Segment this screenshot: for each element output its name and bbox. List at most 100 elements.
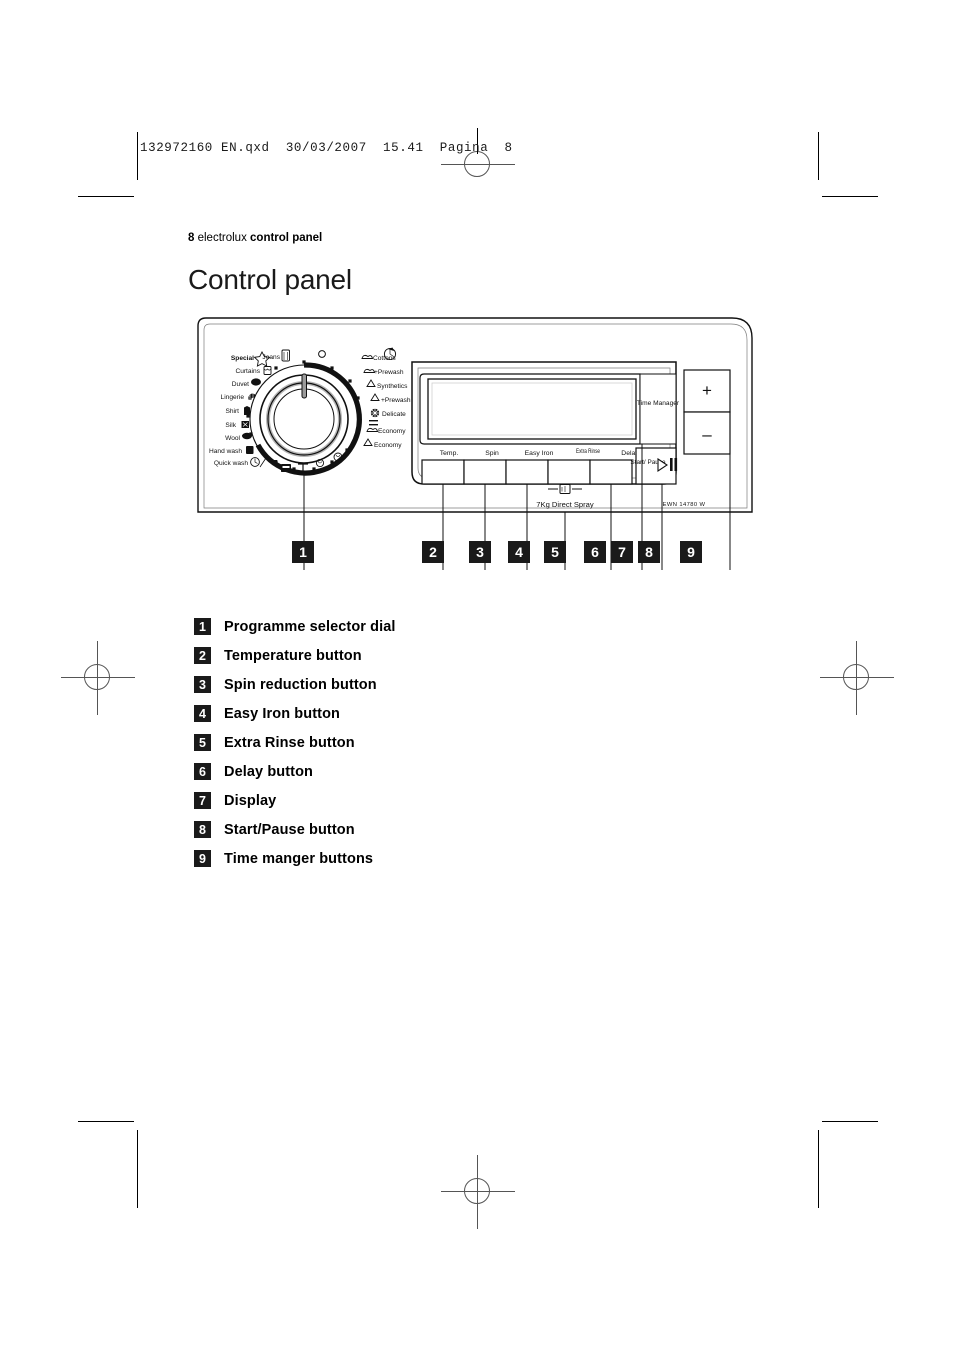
registration-mark-top — [441, 128, 515, 202]
legend-item-6: 6 Delay button — [194, 757, 614, 786]
callout-number-1-label: 1 — [299, 544, 307, 560]
control-panel-illustration: Special Curtains Duvet Lingerie Shirt Si… — [196, 312, 756, 572]
hand-wash-icon — [246, 446, 254, 454]
dial-label-synthetics: Synthetics — [377, 383, 408, 390]
legend-label-1: Programme selector dial — [224, 618, 396, 635]
callout-number-1: 1 — [292, 541, 314, 563]
button-module: Temp. Spin Easy Iron Extra Rinse Delay T… — [411, 361, 680, 485]
legend-label-5: Extra Rinse button — [224, 734, 355, 751]
shirt-icon — [244, 406, 250, 415]
dial-label-delicate: Delicate — [382, 411, 406, 418]
callout-number-2-label: 2 — [429, 544, 437, 560]
pause-icon — [670, 458, 673, 471]
legend-number-1: 1 — [194, 618, 211, 635]
crop-mark-top-right — [822, 196, 878, 197]
callout-number-8-label: 8 — [645, 544, 653, 560]
legend-number-7: 7 — [194, 792, 211, 809]
duvet-icon — [251, 378, 261, 386]
control-panel-legend: 1 Programme selector dial 2 Temperature … — [194, 612, 614, 873]
callout-number-6: 6 — [584, 541, 606, 563]
dial-label-duvet: Duvet — [232, 381, 249, 388]
dial-label-synthetics-prewash: +Prewash — [381, 397, 411, 404]
running-head-section: control panel — [250, 232, 323, 244]
easy-iron-button[interactable] — [505, 459, 549, 485]
callout-number-9-label: 9 — [687, 544, 695, 560]
crop-rule-right — [818, 132, 819, 180]
dial-label-special: Special — [231, 355, 254, 362]
legend-item-1: 1 Programme selector dial — [194, 612, 614, 641]
wool-icon — [242, 432, 252, 440]
callout-number-9: 9 — [680, 541, 702, 563]
spin-reduction-button[interactable] — [463, 459, 507, 485]
legend-label-3: Spin reduction button — [224, 676, 377, 693]
running-head-page-number: 8 — [188, 232, 195, 244]
label-spin: Spin — [485, 450, 499, 457]
cottons-prewash-icon — [363, 368, 376, 373]
crop-rule-left — [137, 132, 138, 180]
crop-mark-top-left — [78, 196, 134, 197]
crop-mark-bottom-left — [78, 1121, 134, 1122]
start-pause-button[interactable]: Start/ Pause — [630, 447, 678, 485]
legend-label-7: Display — [224, 792, 277, 809]
callout-number-3-label: 3 — [476, 544, 484, 560]
time-manager-label-line: Time Manager — [637, 400, 680, 407]
legend-item-5: 5 Extra Rinse button — [194, 728, 614, 757]
legend-number-9: 9 — [194, 850, 211, 867]
legend-item-9: 9 Time manger buttons — [194, 844, 614, 873]
legend-number-8: 8 — [194, 821, 211, 838]
dial-label-cottons-prewash: +Prewash — [374, 369, 404, 376]
dial-label-lingerie: Lingerie — [221, 394, 245, 401]
callout-number-8: 8 — [638, 541, 660, 563]
delay-button[interactable] — [589, 459, 633, 485]
page-title: Control panel — [188, 264, 352, 295]
legend-number-5: 5 — [194, 734, 211, 751]
legend-item-7: 7 Display — [194, 786, 614, 815]
crop-rule-bottom-left — [137, 1130, 138, 1208]
dial-label-jeans: Jeans — [262, 354, 280, 361]
running-head-brand: electrolux — [197, 232, 247, 244]
legend-item-3: 3 Spin reduction button — [194, 670, 614, 699]
callout-number-7-label: 7 — [618, 544, 626, 560]
crop-mark-bottom-right — [822, 1121, 878, 1122]
extra-rinse-button[interactable] — [547, 459, 591, 485]
callout-number-5: 5 — [544, 541, 566, 563]
model-code: EWN 14780 W — [663, 502, 706, 508]
dial-label-economy-synth: Economy — [374, 442, 402, 449]
callout-number-3: 3 — [469, 541, 491, 563]
label-easy-iron: Easy Iron — [525, 450, 554, 457]
registration-mark-bottom — [441, 1155, 515, 1229]
temperature-button[interactable] — [421, 459, 465, 485]
time-manager-block: Time Manager — [637, 373, 680, 445]
display-bezel — [419, 373, 641, 445]
time-manager-plus-label: + — [702, 381, 712, 400]
callout-number-2: 2 — [422, 541, 444, 563]
legend-number-3: 3 — [194, 676, 211, 693]
legend-label-9: Time manger buttons — [224, 850, 374, 867]
legend-item-4: 4 Easy Iron button — [194, 699, 614, 728]
cottons-icon — [361, 354, 374, 359]
legend-number-2: 2 — [194, 647, 211, 664]
time-manager-minus-label: – — [702, 425, 712, 444]
callout-number-7: 7 — [611, 541, 633, 563]
legend-number-6: 6 — [194, 763, 211, 780]
time-manager-buttons[interactable]: + – — [683, 369, 731, 455]
capacity-note: 7Kg Direct Spray — [536, 500, 594, 509]
dial-label-quick-wash: Quick wash — [214, 460, 248, 467]
callout-number-4: 4 — [508, 541, 530, 563]
legend-label-2: Temperature button — [224, 647, 362, 664]
callout-number-5-label: 5 — [551, 544, 559, 560]
crop-rule-bottom-right — [818, 1130, 819, 1208]
legend-item-8: 8 Start/Pause button — [194, 815, 614, 844]
qxd-file-header: 132972160 EN.qxd 30/03/2007 15.41 Pagina… — [140, 141, 513, 155]
dial-label-curtains: Curtains — [235, 368, 260, 375]
option-buttons-row — [421, 459, 633, 485]
legend-label-6: Delay button — [224, 763, 314, 780]
legend-label-8: Start/Pause button — [224, 821, 355, 838]
callout-number-6-label: 6 — [591, 544, 599, 560]
registration-mark-left — [61, 641, 135, 715]
legend-item-2: 2 Temperature button — [194, 641, 614, 670]
label-extra-rinse: Extra Rinse — [576, 448, 600, 455]
legend-number-4: 4 — [194, 705, 211, 722]
legend-label-4: Easy Iron button — [224, 705, 340, 722]
callout-number-4-label: 4 — [515, 544, 523, 560]
